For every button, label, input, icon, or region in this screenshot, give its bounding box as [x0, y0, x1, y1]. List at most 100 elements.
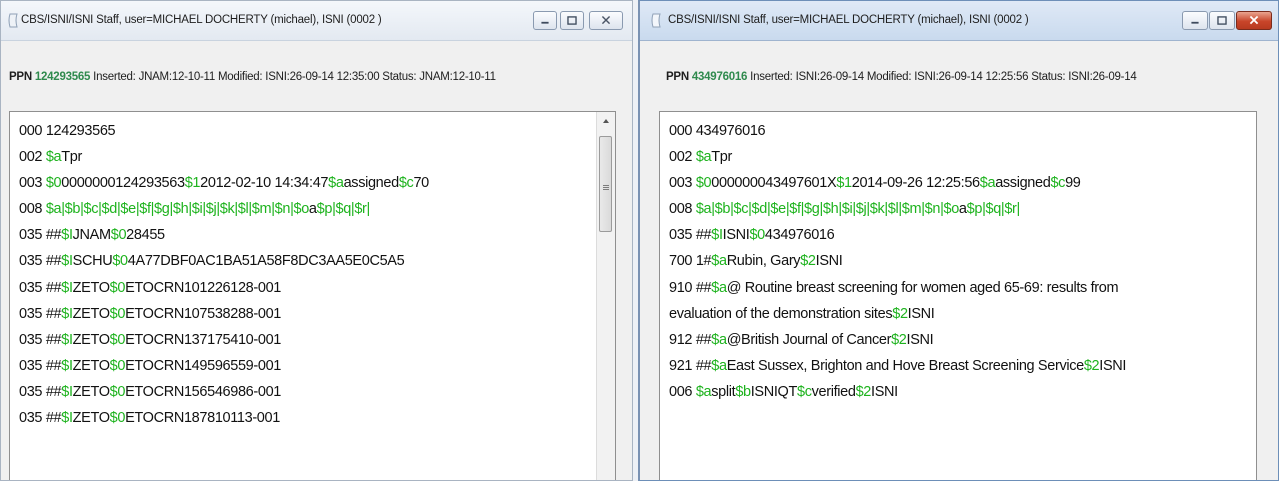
subfield-code: $1: [836, 175, 852, 192]
subfield-code: $2: [800, 253, 816, 270]
close-icon: [1249, 15, 1259, 25]
field-text: assigned: [995, 175, 1051, 192]
maximize-icon: [567, 16, 577, 25]
field-text: 002: [669, 149, 696, 166]
field-text: 035 ##: [19, 357, 62, 374]
field-text: 035 ##: [19, 227, 62, 244]
field-text: split: [711, 383, 736, 400]
close-button[interactable]: [1236, 11, 1272, 30]
field-text: 000000043497601X: [711, 175, 837, 192]
title-bar[interactable]: CBS/ISNI/ISNI Staff, user=MICHAEL DOCHER…: [1, 1, 632, 41]
subfield-code: $c: [797, 383, 812, 400]
record-line: 003 $0000000043497601X$12014-09-26 12:25…: [669, 170, 1226, 196]
field-text: @British Journal of Cancer: [726, 331, 892, 348]
subfield-code: $c: [398, 175, 414, 192]
minimize-button[interactable]: [1182, 11, 1208, 30]
field-text: 035 ##: [19, 279, 62, 296]
record-lines: 000 124293565 002 $aTpr 003 $0000000012429…: [19, 118, 585, 431]
ppn-value: 124293565: [34, 71, 91, 83]
field-text: 434976016: [764, 227, 835, 244]
field-text: 035 ##: [669, 227, 712, 244]
field-text: 99: [1065, 175, 1081, 192]
field-text: 000 434976016: [669, 123, 766, 139]
subfield-code: $0: [109, 331, 126, 348]
subfield-code: $I: [711, 227, 723, 244]
record-line: 000 124293565: [19, 118, 585, 144]
record-line: 006 $asplit$bISNIQT$cverified$2ISNI: [669, 379, 1226, 405]
ppn-value: 434976016: [691, 71, 748, 83]
field-text: Rubin, Gary: [726, 253, 801, 270]
field-text: 035 ##: [19, 410, 62, 427]
field-text: ZETO: [72, 331, 110, 348]
record-line: 700 1#$aRubin, Gary$2ISNI: [669, 248, 1226, 274]
record-lines: 000 434976016 002 $aTpr 003 $0000000043497…: [669, 118, 1226, 405]
subfield-code: $0: [749, 227, 765, 244]
title-bar[interactable]: CBS/ISNI/ISNI Staff, user=MICHAEL DOCHER…: [640, 1, 1278, 41]
field-text: 000 124293565: [19, 123, 116, 139]
field-text: 4A77DBF0AC1BA51A58F8DC3AA5E0C5A5: [127, 253, 405, 270]
scrollbar-thumb[interactable]: [599, 136, 612, 232]
subfield-code: $0: [109, 357, 126, 374]
subfield-code: $I: [61, 410, 73, 427]
subfield-code: $I: [61, 357, 73, 374]
scroll-up-arrow-icon[interactable]: [597, 112, 615, 130]
field-text: ISNIQT: [750, 383, 798, 400]
field-text: ISNI: [871, 383, 898, 400]
record-line: 002 $aTpr: [669, 144, 1226, 170]
record-line: 912 ##$a@British Journal of Cancer$2ISNI: [669, 327, 1226, 353]
record-text-area[interactable]: 000 434976016 002 $aTpr 003 $0000000043497…: [659, 111, 1257, 480]
field-text: 035 ##: [19, 253, 62, 270]
record-line: 035 ##$IZETO$0ETOCRN137175410-001: [19, 327, 585, 353]
field-text: ISNI: [906, 331, 934, 348]
close-icon: [601, 15, 611, 25]
record-line: 000 434976016: [669, 118, 1226, 144]
subfield-code: $0: [109, 410, 126, 427]
field-text: 910 ##: [669, 279, 712, 296]
field-text: ETOCRN149596559-001: [125, 357, 282, 374]
field-text: 035 ##: [19, 331, 62, 348]
minimize-button[interactable]: [533, 11, 557, 30]
field-text: Tpr: [711, 149, 732, 166]
subfield-code: $p|$q|$r|: [316, 201, 371, 218]
record-line: 910 ##$a@ Routine breast screening for w…: [669, 275, 1226, 301]
maximize-icon: [1217, 16, 1227, 25]
subfield-code: $I: [61, 253, 73, 270]
field-text: ISNI: [722, 227, 750, 244]
field-text: a: [958, 201, 967, 218]
subfield-code: $0: [110, 227, 127, 244]
field-text: 2012-02-10 14:34:47: [200, 175, 329, 192]
field-text: 28455: [126, 227, 165, 244]
field-text: ZETO: [72, 279, 110, 296]
subfield-code: $I: [61, 331, 73, 348]
window-icon: [651, 13, 661, 28]
field-text: 912 ##: [669, 331, 712, 348]
subfield-code: $a: [45, 149, 62, 166]
field-text: 035 ##: [19, 383, 62, 400]
record-info-bar: PPN 124293565 Inserted: JNAM:12-10-11 Mo…: [9, 71, 632, 83]
vertical-scrollbar[interactable]: [596, 112, 615, 480]
field-text: 2014-09-26 12:25:56: [851, 175, 980, 192]
field-text: ETOCRN137175410-001: [125, 331, 282, 348]
subfield-code: $p|$q|$r|: [966, 201, 1021, 218]
field-text: 008: [19, 201, 46, 218]
record-line: 008 $a|$b|$c|$d|$e|$f|$g|$h|$i|$j|$k|$l|…: [19, 196, 585, 222]
maximize-button[interactable]: [1209, 11, 1235, 30]
field-text: a: [308, 201, 317, 218]
close-button[interactable]: [589, 11, 623, 30]
subfield-code: $a|$b|$c|$d|$e|$f|$g|$h|$i|$j|$k|$l|$m|$…: [695, 201, 959, 218]
record-line: 003 $00000000124293563$12012-02-10 14:34…: [19, 170, 585, 196]
field-text: 035 ##: [19, 305, 62, 322]
field-text: 0000000124293563: [61, 175, 185, 192]
window-title: CBS/ISNI/ISNI Staff, user=MICHAEL DOCHER…: [668, 14, 1029, 26]
field-text: 006: [669, 383, 696, 400]
record-text-area[interactable]: 000 124293565 002 $aTpr 003 $0000000012429…: [9, 111, 616, 480]
field-text: East Sussex, Brighton and Hove Breast Sc…: [726, 357, 1085, 374]
record-line: 035 ##$ISCHU$04A77DBF0AC1BA51A58F8DC3AA5…: [19, 248, 585, 274]
subfield-code: $I: [61, 305, 73, 322]
right-record-window: CBS/ISNI/ISNI Staff, user=MICHAEL DOCHER…: [638, 0, 1279, 481]
subfield-code: $a: [711, 253, 727, 270]
maximize-button[interactable]: [560, 11, 584, 30]
field-text: ETOCRN101226128-001: [125, 279, 282, 296]
record-line: 035 ##$IZETO$0ETOCRN156546986-001: [19, 379, 585, 405]
field-text: ZETO: [72, 357, 110, 374]
